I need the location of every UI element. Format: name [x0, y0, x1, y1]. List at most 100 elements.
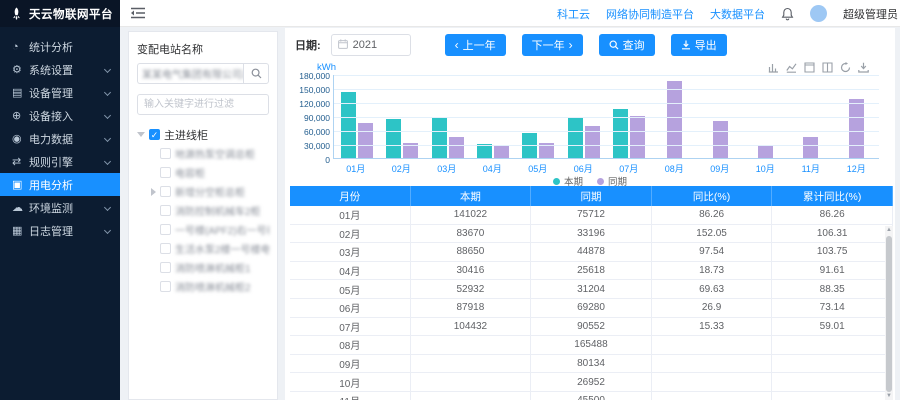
sidebar-item-1[interactable]: ◔统计分析	[0, 35, 120, 58]
table-row-8[interactable]: 08月 165488	[290, 336, 893, 355]
environment-icon: ☁	[12, 201, 29, 214]
bar-本期-06月[interactable]	[568, 117, 583, 158]
tree-item-2[interactable]: 电容柜	[151, 163, 269, 182]
scroll-down-icon[interactable]: ▼	[885, 392, 893, 400]
tree-item-6[interactable]: 生活水泵2楼一号楼电梯	[151, 239, 269, 258]
station-search-button[interactable]	[243, 63, 269, 84]
sidebar-item-7[interactable]: ▣用电分析	[0, 173, 120, 196]
table-row-4[interactable]: 04月304162561818.7391.61	[290, 262, 893, 281]
table-cell: 97.54	[652, 243, 773, 261]
app-title: 天云物联网平台	[29, 6, 113, 22]
checkbox-unchecked[interactable]	[160, 224, 171, 235]
caret-down-icon[interactable]	[137, 132, 145, 137]
notification-bell-icon[interactable]	[781, 7, 794, 21]
table-row-7[interactable]: 07月1044329055215.3359.01	[290, 318, 893, 337]
checkbox-unchecked[interactable]	[160, 148, 171, 159]
table-cell: 31204	[531, 280, 652, 298]
magic-bar-icon[interactable]	[768, 62, 779, 73]
table-row-1[interactable]: 01月1410227571286.2686.26	[290, 206, 893, 225]
table-cell: 08月	[290, 336, 411, 354]
sidebar-item-5[interactable]: ◉电力数据	[0, 127, 120, 150]
prev-year-button[interactable]: ‹ 上一年	[445, 34, 506, 56]
checkbox-unchecked[interactable]	[160, 205, 171, 216]
query-button[interactable]: 查询	[599, 34, 655, 56]
header-cell: 同比(%)	[652, 186, 773, 206]
bar-本期-02月[interactable]	[386, 119, 401, 158]
tree-item-4[interactable]: 消防控制机械车2柜	[151, 201, 269, 220]
save-image-icon[interactable]	[858, 62, 869, 73]
main-content: 日期: 2021 ‹ 上一年 下一年 ›	[285, 28, 895, 400]
station-search-input[interactable]: 某某电气集团有限公司总部	[137, 63, 243, 84]
query-toolbar: 日期: 2021 ‹ 上一年 下一年 ›	[285, 28, 895, 62]
scroll-up-icon[interactable]: ▲	[885, 226, 893, 234]
link-network-collab-platform[interactable]: 网络协同制造平台	[606, 6, 694, 22]
sidebar-item-2[interactable]: ⚙系统设置	[0, 58, 120, 81]
restore-icon[interactable]	[840, 62, 851, 73]
topbar-right: 科工云 网络协同制造平台 大数据平台 超级管理员	[557, 0, 900, 27]
bar-同期-01月[interactable]	[358, 123, 373, 158]
tree-item-8[interactable]: 消防喷淋机械柜2	[151, 277, 269, 296]
table-cell	[652, 336, 773, 354]
tree-filter-input[interactable]	[137, 94, 269, 115]
bar-同期-04月[interactable]	[494, 146, 509, 158]
table-row-11[interactable]: 11月45500	[290, 392, 893, 400]
checkbox-unchecked[interactable]	[160, 262, 171, 273]
table-cell: 165488	[531, 336, 652, 354]
table-cell: 33196	[531, 225, 652, 243]
table-row-6[interactable]: 06月879186928026.973.14	[290, 299, 893, 318]
scrollbar-thumb[interactable]	[886, 236, 892, 392]
gridline	[334, 131, 879, 132]
tree-item-1[interactable]: 地源热泵空调总柜	[151, 144, 269, 163]
checkbox-unchecked[interactable]	[160, 167, 171, 178]
table-row-2[interactable]: 02月8367033196152.05106.31	[290, 225, 893, 244]
magic-line-icon[interactable]	[786, 62, 797, 73]
magic-stack-icon[interactable]	[804, 62, 815, 73]
link-bigdata-platform[interactable]: 大数据平台	[710, 6, 765, 22]
table-cell: 01月	[290, 206, 411, 224]
sidebar-item-4[interactable]: ⊕设备接入	[0, 104, 120, 127]
magic-tiled-icon[interactable]	[822, 62, 833, 73]
bar-同期-11月[interactable]	[803, 137, 818, 158]
tree-item-5[interactable]: 一号楼(APF2)右一号楼(APF1)左	[151, 220, 269, 239]
legend-dot	[597, 178, 604, 185]
bar-同期-03月[interactable]	[449, 137, 464, 158]
bar-同期-12月[interactable]	[849, 99, 864, 158]
y-tick-label: 120,000	[296, 99, 330, 109]
chevron-down-icon	[104, 89, 111, 96]
table-cell	[411, 355, 532, 373]
year-value: 2021	[353, 39, 377, 51]
sidebar-item-label: 设备接入	[29, 108, 73, 124]
bar-同期-08月[interactable]	[667, 81, 682, 158]
sidebar-item-3[interactable]: ▤设备管理	[0, 81, 120, 104]
tree-item-7[interactable]: 消防喷淋机械柜1	[151, 258, 269, 277]
tree-root-item[interactable]: ✓主进线柜	[137, 125, 269, 144]
sidebar-item-9[interactable]: ▦日志管理	[0, 219, 120, 242]
next-year-button[interactable]: 下一年 ›	[522, 34, 583, 56]
table-cell: 75712	[531, 206, 652, 224]
log-icon: ▦	[12, 224, 29, 237]
year-date-picker[interactable]: 2021	[331, 34, 411, 56]
bar-同期-10月[interactable]	[758, 145, 773, 158]
table-row-9[interactable]: 09月80134	[290, 355, 893, 374]
table-row-3[interactable]: 03月886504487897.54103.75	[290, 243, 893, 262]
table-row-10[interactable]: 10月26952	[290, 373, 893, 392]
bar-本期-03月[interactable]	[432, 117, 447, 158]
checkbox-unchecked[interactable]	[160, 243, 171, 254]
bar-同期-07月[interactable]	[630, 116, 645, 158]
user-name[interactable]: 超级管理员	[843, 6, 898, 22]
bar-同期-09月[interactable]	[713, 121, 728, 158]
caret-right-icon[interactable]	[151, 188, 156, 196]
checkbox-checked[interactable]: ✓	[149, 129, 160, 140]
tree-item-3[interactable]: 新增分空柜总柜	[151, 182, 269, 201]
table-cell: 44878	[531, 243, 652, 261]
collapse-sidebar-icon[interactable]	[130, 6, 146, 20]
export-button[interactable]: 导出	[671, 34, 727, 56]
sidebar-item-6[interactable]: ⇄规则引擎	[0, 150, 120, 173]
user-avatar[interactable]	[810, 5, 827, 22]
checkbox-unchecked[interactable]	[160, 186, 171, 197]
link-kegongyun[interactable]: 科工云	[557, 6, 590, 22]
table-row-5[interactable]: 05月529323120469.6388.35	[290, 280, 893, 299]
table-scrollbar[interactable]: ▲ ▼	[885, 226, 893, 400]
checkbox-unchecked[interactable]	[160, 281, 171, 292]
sidebar-item-8[interactable]: ☁环境监测	[0, 196, 120, 219]
